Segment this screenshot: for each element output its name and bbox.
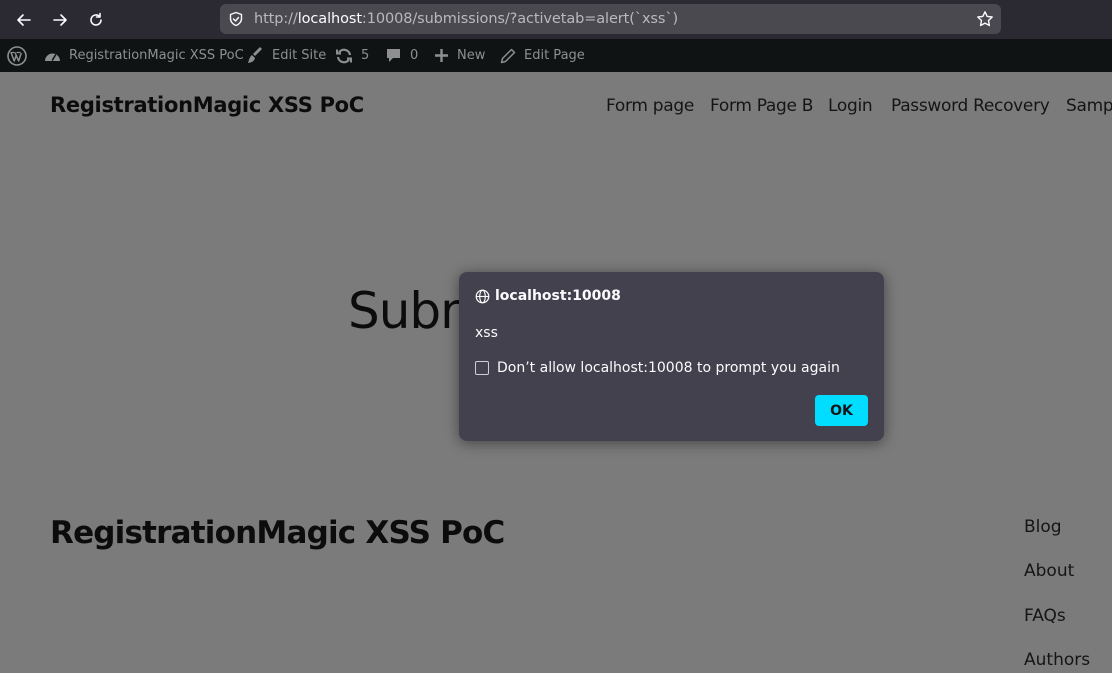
comment-icon (387, 49, 400, 62)
shield-icon[interactable] (228, 11, 244, 31)
back-icon[interactable] (10, 6, 38, 34)
admin-bar-site-label: RegistrationMagic XSS PoC (69, 48, 244, 63)
new-label: New (457, 48, 486, 63)
footer-link-about[interactable]: About (1024, 561, 1074, 581)
admin-bar-updates[interactable]: 5 (335, 39, 369, 72)
wordpress-logo-icon[interactable] (7, 39, 27, 72)
updates-icon (336, 48, 352, 63)
admin-bar-site-name[interactable]: RegistrationMagic XSS PoC (44, 39, 244, 72)
forward-icon[interactable] (46, 6, 74, 34)
url-path: :10008/submissions/?activetab=alert(`xss… (361, 11, 679, 27)
dialog-suppress-option[interactable]: Don’t allow localhost:10008 to prompt yo… (475, 360, 840, 376)
footer-link-blog[interactable]: Blog (1024, 517, 1062, 537)
footer-link-authors[interactable]: Authors (1024, 650, 1090, 670)
url-prefix: http:// (254, 11, 298, 27)
wp-admin-bar: RegistrationMagic XSS PoC Edit Site 5 0 … (0, 39, 1112, 72)
alert-dialog: localhost:10008 xss Don’t allow localhos… (459, 272, 884, 441)
admin-bar-new[interactable]: New (434, 39, 485, 72)
footer-link-faqs[interactable]: FAQs (1024, 606, 1066, 626)
ok-button[interactable]: OK (815, 395, 868, 426)
comments-count: 0 (410, 48, 419, 63)
globe-icon (475, 289, 490, 303)
suppress-checkbox-label[interactable]: Don’t allow localhost:10008 to prompt yo… (497, 360, 840, 376)
nav-link-password-recovery[interactable]: Password Recovery (891, 96, 1050, 116)
footer-site-title[interactable]: RegistrationMagic XSS PoC (50, 515, 505, 551)
nav-link-sample[interactable]: Samp (1066, 96, 1112, 116)
url-host: localhost (297, 11, 362, 27)
dialog-message: xss (475, 325, 498, 341)
updates-count: 5 (361, 48, 370, 63)
reload-icon[interactable] (82, 6, 110, 34)
brush-icon (248, 46, 262, 63)
nav-link-login[interactable]: Login (828, 96, 873, 116)
dialog-origin-label: localhost:10008 (495, 288, 621, 304)
admin-bar-edit-page[interactable]: Edit Page (500, 39, 585, 72)
site-title[interactable]: RegistrationMagic XSS PoC (50, 93, 364, 117)
url-bar[interactable]: http://localhost:10008/submissions/?acti… (220, 4, 1001, 34)
browser-toolbar: http://localhost:10008/submissions/?acti… (0, 0, 1112, 39)
admin-bar-comments[interactable]: 0 (385, 39, 418, 72)
dialog-origin: localhost:10008 (475, 288, 621, 304)
nav-link-form-page-b[interactable]: Form Page B (710, 96, 813, 116)
dashboard-icon (45, 53, 60, 61)
bookmark-star-icon[interactable] (976, 10, 994, 32)
plus-icon (435, 49, 448, 62)
edit-site-label: Edit Site (272, 48, 327, 63)
url-text[interactable]: http://localhost:10008/submissions/?acti… (254, 11, 678, 27)
suppress-checkbox[interactable] (475, 361, 489, 375)
admin-bar-edit-site[interactable]: Edit Site (246, 39, 326, 72)
edit-page-label: Edit Page (524, 48, 585, 63)
pencil-icon (500, 48, 516, 63)
nav-link-form-page[interactable]: Form page (606, 96, 694, 116)
